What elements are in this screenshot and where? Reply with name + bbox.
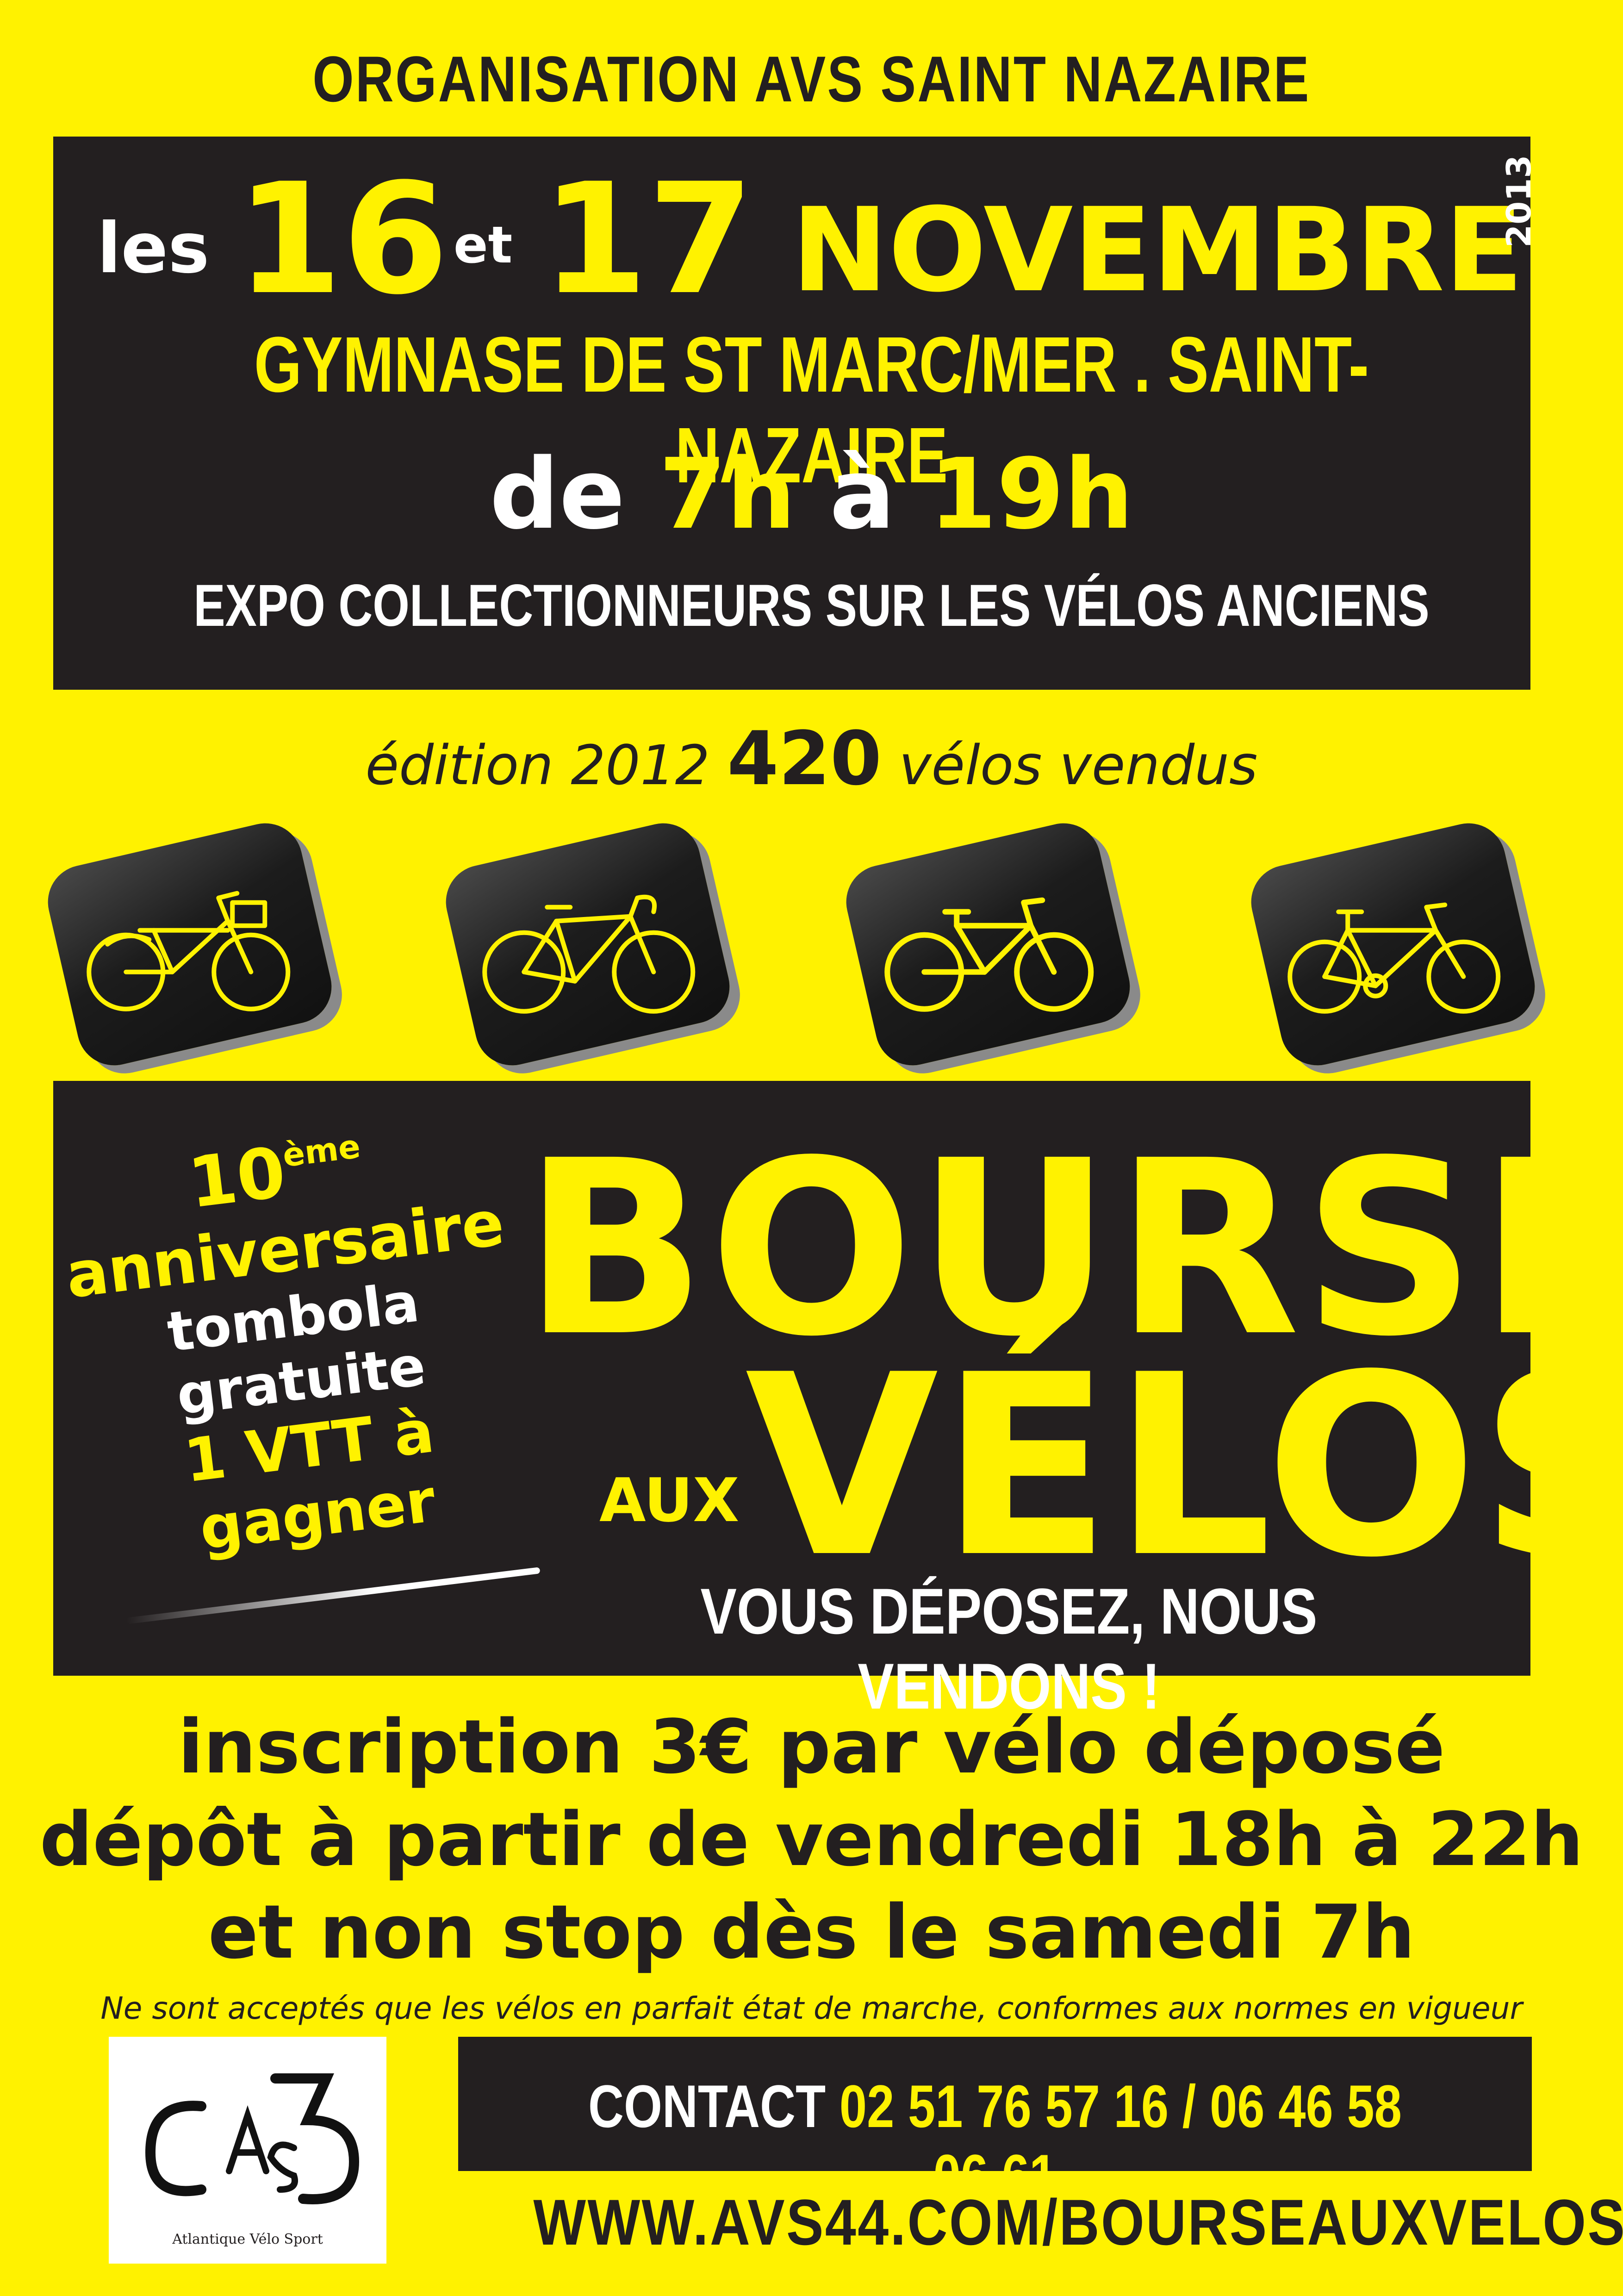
dates-et: et [454, 215, 513, 275]
info-non-stop: et non stop dès le samedi 7h [208, 1889, 1415, 1975]
year: 2013 [1499, 155, 1538, 248]
anniversary-num: 10 [184, 1132, 290, 1224]
anniversary-sup: ème [280, 1127, 362, 1175]
info-inscription: inscription 3€ par vélo déposé [178, 1703, 1445, 1790]
hours-end: 19h [929, 437, 1134, 551]
day-16: 16 [236, 150, 449, 328]
logo-caption: Atlantique Vélo Sport [172, 2231, 323, 2247]
dates-les: les [97, 208, 210, 289]
expo-line: EXPO COLLECTIONNEURS SUR LES VÉLOS ANCIE… [193, 573, 1430, 639]
edition-prefix: édition 2012 [365, 733, 710, 797]
month: NOVEMBRE [791, 183, 1524, 318]
bike-tile-3 [839, 816, 1138, 1073]
bike-tile-1 [40, 816, 339, 1073]
edition-stats: édition 2012 420 vélos vendus [0, 715, 1623, 802]
title-velos: VÉLOS [745, 1322, 1623, 1612]
acceptance-notice: Ne sont acceptés que les vélos en parfai… [100, 1990, 1523, 2026]
anniversary-promo: 10ème anniversaire tombola gratuite 1 VT… [41, 1105, 552, 1577]
hours-prefix: de [489, 437, 625, 551]
opening-hours: de 7h à 19h [0, 437, 1623, 551]
city-bike-basket-icon [87, 891, 291, 1011]
info-depot: dépôt à partir de vendredi 18h à 22h [39, 1796, 1584, 1883]
road-bike-icon [482, 894, 696, 1014]
avs-logo: Atlantique Vélo Sport [109, 2037, 386, 2264]
event-dates: les 16 et 17 NOVEMBRE 2013 [83, 150, 1538, 328]
title-aux: AUX [599, 1465, 740, 1535]
edition-suffix: vélos vendus [899, 733, 1258, 797]
bike-tile-4 [1244, 816, 1542, 1073]
avs-logo-mark [145, 2073, 360, 2204]
classic-bike-icon [884, 897, 1094, 1012]
contact-label: CONTACT [588, 2072, 826, 2140]
edition-count: 420 [727, 715, 882, 802]
organisation-title: ORGANISATION AVS SAINT NAZAIRE [312, 43, 1311, 115]
hours-start: 7h [659, 437, 796, 551]
bike-tile-2 [438, 816, 737, 1073]
slogan: VOUS DÉPOSEZ, NOUS VENDONS ! [700, 1575, 1318, 1722]
day-17: 17 [541, 150, 754, 328]
tandem-bike-icon [1287, 902, 1501, 1014]
website-url[interactable]: WWW.AVS44.COM/BOURSEAUXVELOS [533, 2185, 1623, 2260]
hours-mid: à [829, 437, 895, 551]
